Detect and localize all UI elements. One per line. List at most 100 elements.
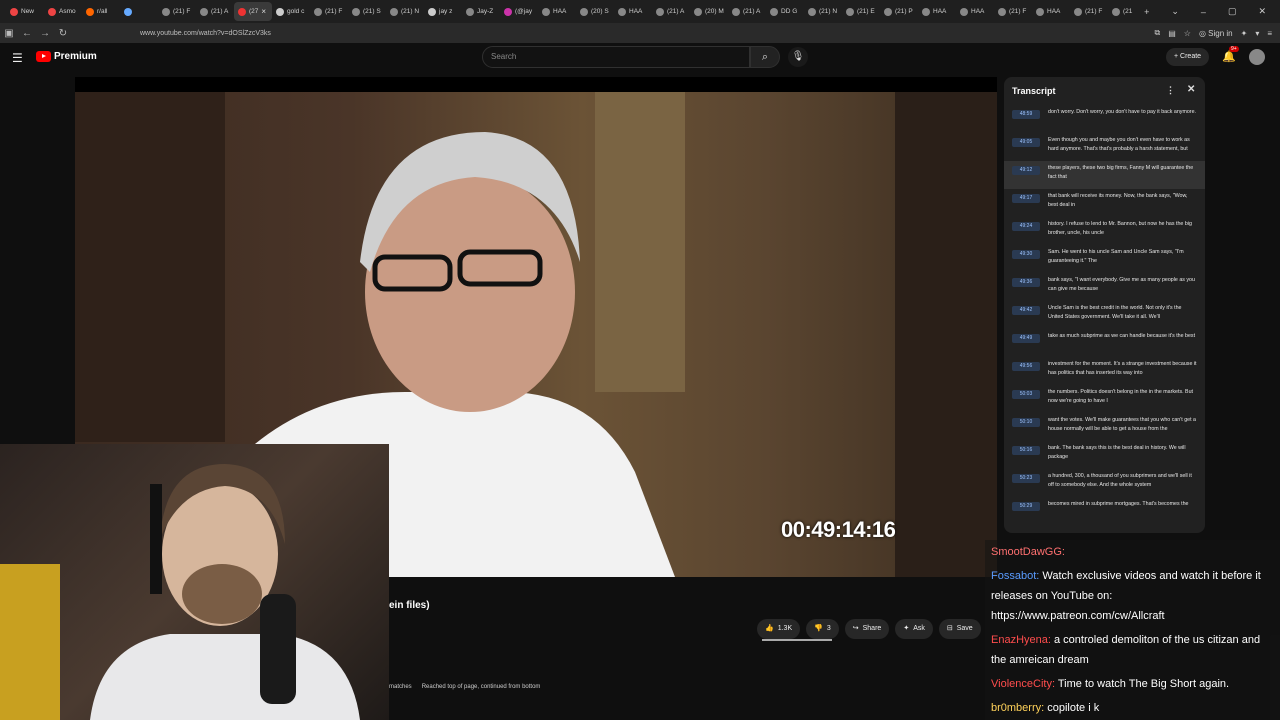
browser-tab[interactable]: r/all bbox=[82, 2, 120, 21]
sidebar-toggle-icon[interactable]: ▣ bbox=[0, 28, 18, 39]
close-icon[interactable]: ✕ bbox=[1187, 84, 1195, 95]
segment-timestamp[interactable]: 49:12 bbox=[1012, 166, 1040, 175]
extensions-icon[interactable]: ✦ bbox=[1241, 29, 1248, 38]
segment-timestamp[interactable]: 50:03 bbox=[1012, 390, 1040, 399]
segment-timestamp[interactable]: 48:59 bbox=[1012, 110, 1040, 119]
segment-timestamp[interactable]: 49:42 bbox=[1012, 306, 1040, 315]
tab-close-icon[interactable]: × bbox=[261, 7, 266, 16]
transcript-segment[interactable]: 50:29 becomes mired in subprime mortgages… bbox=[1004, 497, 1205, 525]
browser-tab[interactable]: (21) F bbox=[158, 2, 196, 21]
chat-username[interactable]: Fossabot: bbox=[991, 570, 1039, 582]
browser-tab[interactable]: gold c bbox=[272, 2, 310, 21]
tab-list-icon[interactable]: ⌄ bbox=[1171, 6, 1179, 17]
transcript-segment[interactable]: 49:30 Sam. He went to his uncle Sam and U… bbox=[1004, 245, 1205, 273]
reader-icon[interactable]: ▤ bbox=[1168, 29, 1176, 38]
browser-tab[interactable]: (21) A bbox=[652, 2, 690, 21]
screenshot-icon[interactable]: ⧉ bbox=[1154, 28, 1160, 38]
create-button[interactable]: + Create bbox=[1166, 48, 1210, 66]
segment-timestamp[interactable]: 49:17 bbox=[1012, 194, 1040, 203]
browser-tab[interactable]: HAA bbox=[1032, 2, 1070, 21]
segment-timestamp[interactable]: 50:16 bbox=[1012, 446, 1040, 455]
browser-tab[interactable]: Asmo bbox=[44, 2, 82, 21]
browser-tab[interactable]: (@jay bbox=[500, 2, 538, 21]
browser-tab[interactable]: (21) A bbox=[196, 2, 234, 21]
transcript-segment[interactable]: 50:16 bank. The bank says this is the bes… bbox=[1004, 441, 1205, 469]
segment-timestamp[interactable]: 49:49 bbox=[1012, 334, 1040, 343]
browser-tab[interactable]: jay z bbox=[424, 2, 462, 21]
save-button[interactable]: ⊟ Save bbox=[938, 619, 981, 639]
signin-button[interactable]: ◎ Sign in bbox=[1199, 29, 1233, 38]
bookmark-star-icon[interactable]: ☆ bbox=[1184, 29, 1191, 38]
share-button[interactable]: ↪ Share bbox=[844, 619, 890, 639]
account-avatar[interactable] bbox=[1249, 49, 1265, 65]
browser-tab[interactable] bbox=[120, 2, 158, 21]
browser-tab[interactable]: (21) S bbox=[348, 2, 386, 21]
browser-tab[interactable]: Jay-Z bbox=[462, 2, 500, 21]
transcript-segment[interactable]: 49:56 investment for the moment. It's a s… bbox=[1004, 357, 1205, 385]
voice-search-button[interactable]: 🎙 bbox=[788, 47, 808, 67]
transcript-segment[interactable]: 49:05 Even though you and maybe you don't… bbox=[1004, 133, 1205, 161]
segment-timestamp[interactable]: 49:24 bbox=[1012, 222, 1040, 231]
chat-username[interactable]: ViolenceCity: bbox=[991, 678, 1055, 690]
transcript-segment[interactable]: 49:17 that bank will receive its money. N… bbox=[1004, 189, 1205, 217]
browser-tab[interactable]: HAA bbox=[956, 2, 994, 21]
browser-tab[interactable]: (21) F bbox=[310, 2, 348, 21]
browser-tab[interactable]: DD G bbox=[766, 2, 804, 21]
forward-icon[interactable]: → bbox=[36, 28, 54, 39]
browser-tab[interactable]: (20) S bbox=[576, 2, 614, 21]
browser-tab[interactable]: (21) P bbox=[880, 2, 918, 21]
ask-button[interactable]: ✦ Ask bbox=[895, 619, 933, 639]
browser-tab[interactable]: (21 bbox=[1108, 2, 1146, 21]
segment-timestamp[interactable]: 49:05 bbox=[1012, 138, 1040, 147]
browser-tab[interactable]: (21) N bbox=[804, 2, 842, 21]
transcript-segment[interactable]: 49:49 take as much subprime as we can han… bbox=[1004, 329, 1205, 357]
browser-tab[interactable]: (21) N bbox=[386, 2, 424, 21]
youtube-logo[interactable]: Premium bbox=[36, 51, 97, 62]
browser-tab[interactable]: (21) F bbox=[994, 2, 1032, 21]
chat-username[interactable]: EnazHyena: bbox=[991, 634, 1051, 646]
shield-icon[interactable]: ▾ bbox=[1255, 29, 1259, 38]
browser-tab[interactable]: HAA bbox=[614, 2, 652, 21]
browser-tab[interactable]: New bbox=[6, 2, 44, 21]
transcript-segment[interactable]: 50:10 want the votes. We'll make guarante… bbox=[1004, 413, 1205, 441]
browser-tab[interactable]: (20) M bbox=[690, 2, 728, 21]
more-options-icon[interactable]: ⋮ bbox=[1166, 85, 1175, 96]
browser-tab[interactable]: (21) F bbox=[1070, 2, 1108, 21]
browser-tab[interactable]: HAA bbox=[538, 2, 576, 21]
browser-tab[interactable]: (21) E bbox=[842, 2, 880, 21]
browser-tab[interactable]: (21) A bbox=[728, 2, 766, 21]
segment-timestamp[interactable]: 50:29 bbox=[1012, 502, 1040, 511]
segment-text: want the votes. We'll make guarantees th… bbox=[1048, 417, 1196, 432]
dislike-button[interactable]: 👎 3 bbox=[806, 619, 839, 639]
transcript-segment[interactable]: 49:12 these players, these two big firms,… bbox=[1004, 161, 1205, 189]
maximize-icon[interactable]: ▢ bbox=[1228, 6, 1237, 17]
like-button[interactable]: 👍 1.3K bbox=[757, 619, 801, 639]
search-button[interactable]: ⌕ bbox=[750, 46, 780, 68]
hamburger-menu-icon[interactable]: ☰ bbox=[12, 51, 23, 65]
segment-timestamp[interactable]: 50:23 bbox=[1012, 474, 1040, 483]
new-tab-icon[interactable]: + bbox=[1144, 7, 1149, 17]
back-icon[interactable]: ← bbox=[18, 28, 36, 39]
browser-tab[interactable]: HAA bbox=[918, 2, 956, 21]
transcript-segment[interactable]: 50:23 a hundred, 300, a thousand of you s… bbox=[1004, 469, 1205, 497]
transcript-segment[interactable]: 50:03 the numbers. Politics doesn't belon… bbox=[1004, 385, 1205, 413]
close-window-icon[interactable]: ✕ bbox=[1258, 6, 1266, 17]
url-field[interactable]: www.youtube.com/watch?v=dOSlZzcV3ks bbox=[140, 30, 271, 37]
search-input[interactable]: Search bbox=[482, 46, 750, 68]
transcript-segment[interactable]: 49:24 history. I refuse to lend to Mr. Ba… bbox=[1004, 217, 1205, 245]
segment-timestamp[interactable]: 49:36 bbox=[1012, 278, 1040, 287]
reload-icon[interactable]: ↻ bbox=[54, 28, 72, 39]
chat-username[interactable]: SmootDawGG: bbox=[991, 546, 1065, 558]
browser-tab[interactable]: (27 × bbox=[234, 2, 272, 21]
transcript-segment[interactable]: 49:36 bank says, "I want everybody. Give … bbox=[1004, 273, 1205, 301]
segment-timestamp[interactable]: 49:30 bbox=[1012, 250, 1040, 259]
minimize-icon[interactable]: – bbox=[1201, 7, 1206, 17]
transcript-segment[interactable]: 48:59 don't worry. Don't worry, you don't… bbox=[1004, 105, 1205, 133]
browser-menu-icon[interactable]: ≡ bbox=[1267, 29, 1272, 38]
segment-timestamp[interactable]: 50:10 bbox=[1012, 418, 1040, 427]
segment-timestamp[interactable]: 49:56 bbox=[1012, 362, 1040, 371]
segment-text: don't worry. Don't worry, you don't have… bbox=[1048, 109, 1196, 115]
chat-username[interactable]: br0mberry: bbox=[991, 702, 1044, 714]
transcript-title: Transcript bbox=[1012, 86, 1056, 96]
transcript-segment[interactable]: 49:42 Uncle Sam is the best credit in the… bbox=[1004, 301, 1205, 329]
